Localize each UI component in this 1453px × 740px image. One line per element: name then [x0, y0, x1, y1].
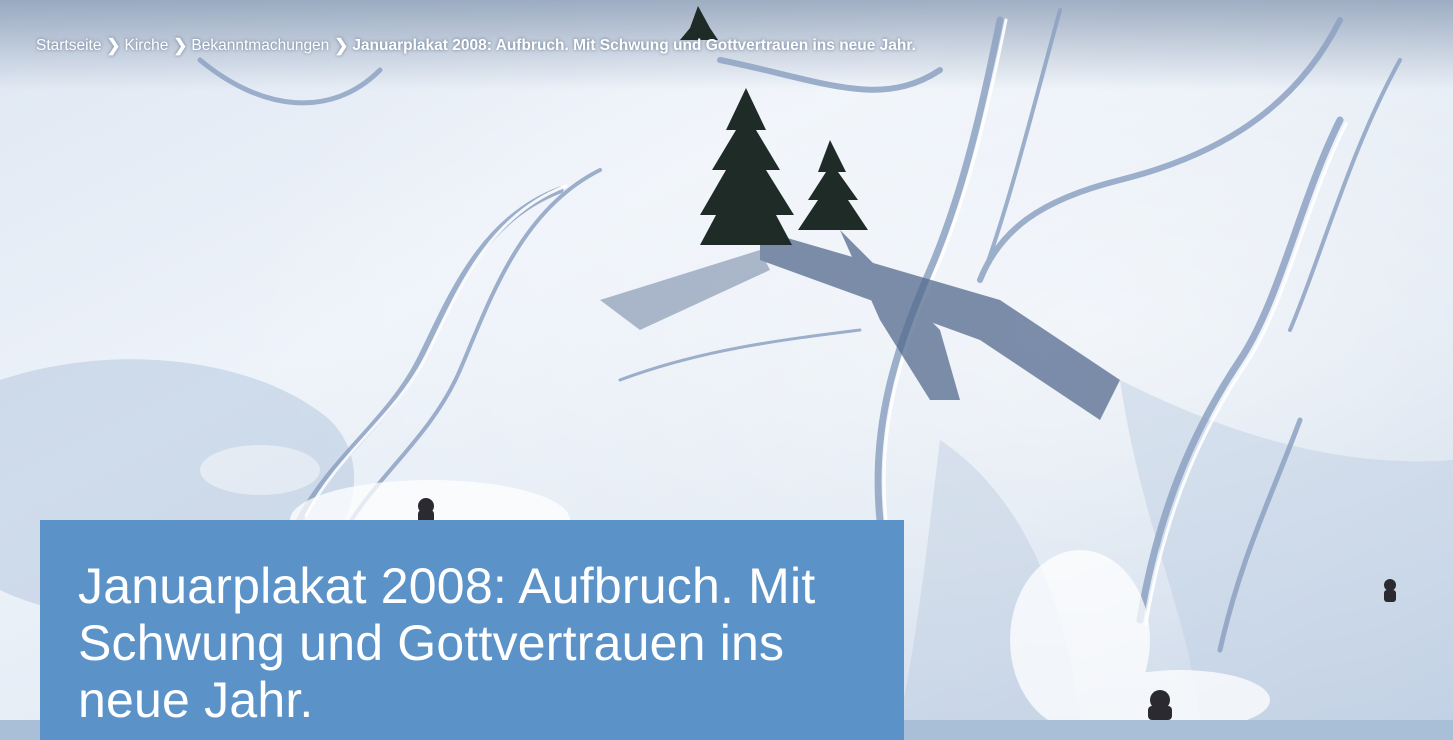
breadcrumb-link-startseite[interactable]: Startseite — [36, 37, 101, 55]
page-title-box: Januarplakat 2008: Aufbruch. Mit Schwung… — [40, 520, 904, 740]
chevron-right-icon: ❯ — [334, 36, 349, 55]
breadcrumb-link-kirche[interactable]: Kirche — [124, 37, 168, 55]
page-title: Januarplakat 2008: Aufbruch. Mit Schwung… — [78, 558, 816, 728]
breadcrumb-current-page: Januarplakat 2008: Aufbruch. Mit Schwung… — [352, 37, 916, 54]
chevron-right-icon: ❯ — [106, 36, 121, 55]
chevron-right-icon: ❯ — [173, 36, 188, 55]
breadcrumb: Startseite ❯ Kirche ❯ Bekanntmachungen ❯… — [36, 36, 916, 56]
breadcrumb-link-bekanntmachungen[interactable]: Bekanntmachungen — [191, 37, 329, 55]
